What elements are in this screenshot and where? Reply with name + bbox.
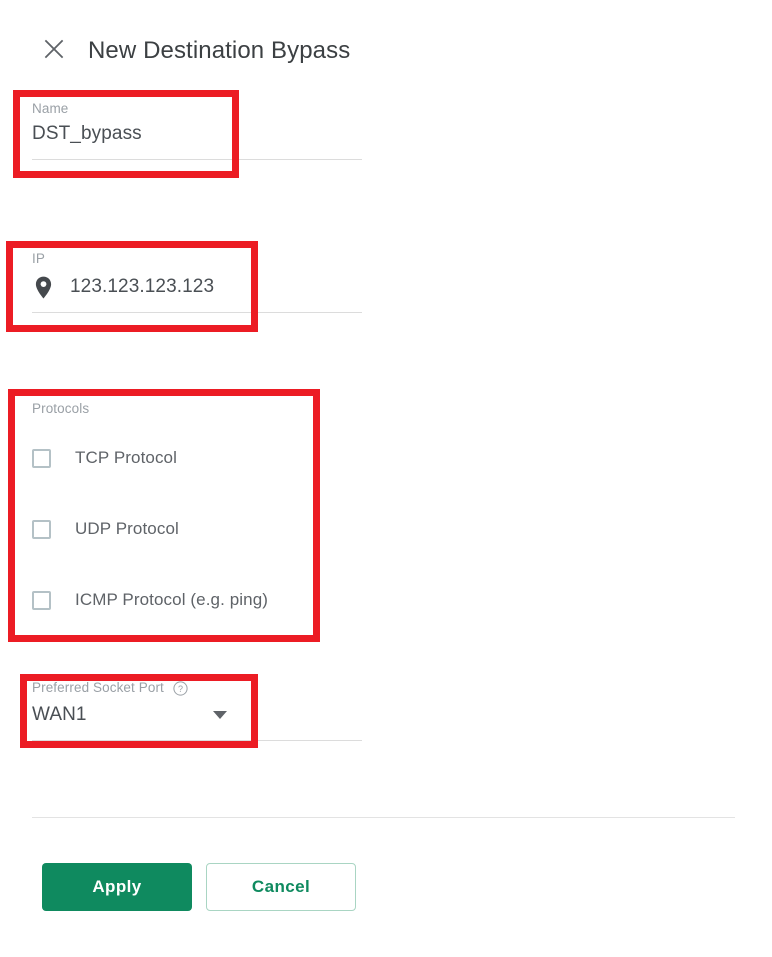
checkbox-box-icon[interactable]: [32, 448, 51, 468]
name-input-row[interactable]: DST_bypass: [32, 118, 362, 150]
ip-field-underline: [32, 312, 362, 313]
ip-field[interactable]: IP 123.123.123.123: [32, 250, 362, 313]
checkbox-icmp-protocol-label: ICMP Protocol (e.g. ping): [75, 590, 269, 609]
help-circle-icon[interactable]: ?: [173, 680, 188, 696]
checkbox-udp-protocol[interactable]: UDP Protocol: [32, 515, 362, 543]
ip-input-value: 123.123.123.123: [70, 276, 215, 297]
close-button[interactable]: [40, 35, 68, 63]
location-pin-icon: [32, 274, 54, 300]
name-input-value: DST_bypass: [32, 123, 142, 144]
dialog-actions: Apply Cancel: [42, 863, 356, 911]
preferred-socket-port-value: WAN1: [32, 704, 87, 725]
preferred-socket-port-select[interactable]: WAN1: [32, 699, 227, 731]
apply-button[interactable]: Apply: [42, 863, 192, 911]
name-field-label: Name: [32, 101, 69, 116]
checkbox-box-icon[interactable]: [32, 519, 51, 539]
chevron-down-icon[interactable]: [213, 711, 227, 719]
name-field[interactable]: Name DST_bypass: [32, 100, 362, 160]
cancel-button[interactable]: Cancel: [206, 863, 356, 911]
page-title: New Destination Bypass: [88, 37, 351, 64]
ip-field-label: IP: [32, 251, 45, 266]
checkbox-tcp-protocol[interactable]: TCP Protocol: [32, 444, 362, 472]
footer-divider: [32, 817, 735, 818]
preferred-socket-port-label-row: Preferred Socket Port ?: [32, 679, 362, 697]
svg-text:?: ?: [178, 683, 183, 693]
protocols-group-label: Protocols: [32, 401, 90, 416]
checkbox-icmp-protocol[interactable]: ICMP Protocol (e.g. ping): [32, 586, 362, 614]
name-field-underline: [32, 159, 362, 160]
dialog-header: New Destination Bypass: [0, 30, 772, 72]
ip-input-row[interactable]: 123.123.123.123: [32, 271, 362, 303]
close-icon: [43, 38, 65, 60]
preferred-socket-port-underline: [32, 740, 362, 741]
protocols-group: Protocols TCP Protocol UDP Protocol ICMP…: [32, 400, 362, 614]
checkbox-box-icon[interactable]: [32, 590, 51, 610]
preferred-socket-port-label: Preferred Socket Port: [32, 680, 164, 695]
checkbox-tcp-protocol-label: TCP Protocol: [75, 448, 177, 467]
checkbox-udp-protocol-label: UDP Protocol: [75, 519, 179, 538]
preferred-socket-port-field[interactable]: Preferred Socket Port ? WAN1: [32, 679, 362, 741]
